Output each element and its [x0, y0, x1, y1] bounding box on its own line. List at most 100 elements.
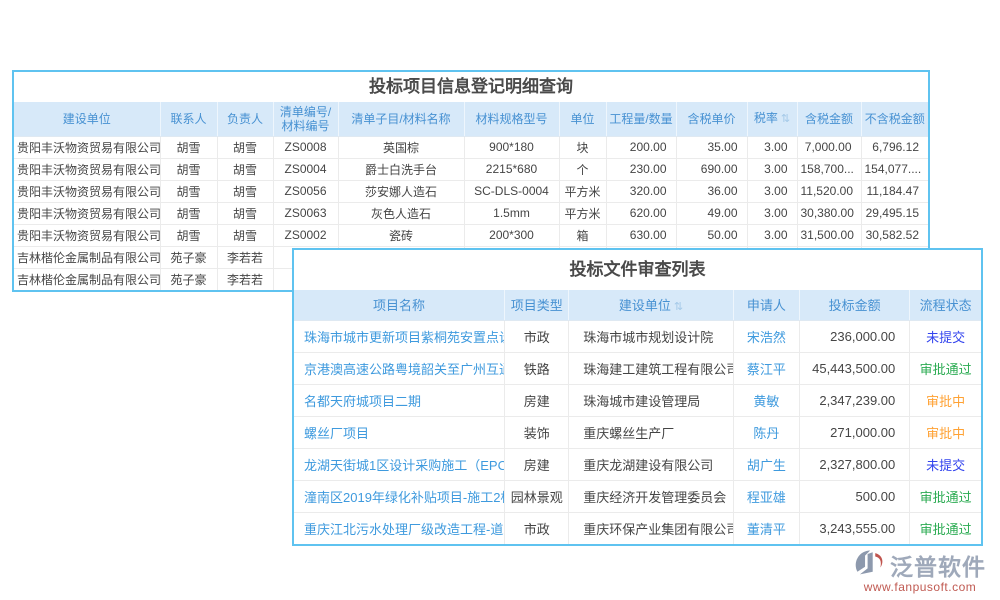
- table-row: 贵阳丰沃物资贸易有限公司胡雪胡雪ZS0002瓷砖200*300箱630.0050…: [14, 224, 928, 246]
- column-header-1: 项目类型: [505, 290, 569, 320]
- construction-unit-cell: 重庆经济开发管理委员会: [569, 480, 733, 512]
- construction-unit-cell: 重庆环保产业集团有限公司: [569, 512, 733, 544]
- cell: ZS0004: [273, 158, 338, 180]
- applicant-link[interactable]: 董清平: [733, 512, 799, 544]
- cell: 贵阳丰沃物资贸易有限公司: [14, 202, 160, 224]
- cell: 贵阳丰沃物资贸易有限公司: [14, 158, 160, 180]
- fanpu-logo-icon: [854, 548, 888, 582]
- project-type-cell: 铁路: [505, 352, 569, 384]
- column-header-5: 流程状态: [910, 290, 981, 320]
- cell: 7,000.00: [797, 136, 861, 158]
- applicant-link[interactable]: 陈丹: [733, 416, 799, 448]
- applicant-link[interactable]: 程亚雄: [733, 480, 799, 512]
- bid-amount-cell: 500.00: [799, 480, 909, 512]
- fanpu-logo-url: www.fanpusoft.com: [850, 580, 990, 594]
- page: 投标项目信息登记明细查询 建设单位联系人负责人清单编号/材料编号清单子目/材料名…: [0, 0, 1000, 600]
- bid-review-title: 投标文件审查列表: [294, 250, 981, 290]
- project-name-link[interactable]: 螺丝厂项目: [294, 416, 505, 448]
- cell: 英国棕: [338, 136, 464, 158]
- status-badge: 审批中: [910, 384, 981, 416]
- project-name-link[interactable]: 京港澳高速公路粤境韶关至广州互通路...: [294, 352, 505, 384]
- cell: 2215*680: [464, 158, 559, 180]
- project-name-link[interactable]: 潼南区2019年绿化补贴项目-施工2标段: [294, 480, 505, 512]
- status-badge: 审批通过: [910, 480, 981, 512]
- cell: 320.00: [606, 180, 676, 202]
- cell: 爵士白洗手台: [338, 158, 464, 180]
- cell: 吉林楷伦金属制品有限公司: [14, 246, 160, 268]
- project-name-link[interactable]: 珠海市城市更新项目紫桐苑安置点设计...: [294, 320, 505, 352]
- header-row: 建设单位联系人负责人清单编号/材料编号清单子目/材料名称材料规格型号单位工程量/…: [14, 102, 928, 136]
- cell: 630.00: [606, 224, 676, 246]
- column-header-2[interactable]: 建设单位⇅: [569, 290, 733, 320]
- bid-amount-cell: 271,000.00: [799, 416, 909, 448]
- construction-unit-cell: 重庆螺丝生产厂: [569, 416, 733, 448]
- project-name-link[interactable]: 名都天府城项目二期: [294, 384, 505, 416]
- column-header-2: 负责人: [217, 102, 273, 136]
- cell: 49.00: [676, 202, 747, 224]
- status-badge: 审批通过: [910, 512, 981, 544]
- applicant-link[interactable]: 胡广生: [733, 448, 799, 480]
- sort-icon[interactable]: ⇅: [781, 113, 790, 125]
- cell: 胡雪: [217, 158, 273, 180]
- table-row: 螺丝厂项目装饰重庆螺丝生产厂陈丹271,000.00审批中: [294, 416, 981, 448]
- cell: 900*180: [464, 136, 559, 158]
- bid-review-table-body: 珠海市城市更新项目紫桐苑安置点设计... 市政 珠海市城市规划设计院宋浩然236,0…: [294, 320, 981, 544]
- table-row: 贵阳丰沃物资贸易有限公司胡雪胡雪ZS0004爵士白洗手台2215*680个230…: [14, 158, 928, 180]
- cell: 胡雪: [217, 180, 273, 202]
- bid-review-table-header: 项目名称项目类型建设单位⇅申请人投标金额流程状态: [294, 290, 981, 320]
- cell: 苑子豪: [160, 246, 217, 268]
- cell: 620.00: [606, 202, 676, 224]
- cell: 31,500.00: [797, 224, 861, 246]
- bid-amount-cell: 45,443,500.00: [799, 352, 909, 384]
- column-header-9[interactable]: 税率⇅: [747, 102, 797, 136]
- column-header-4: 投标金额: [799, 290, 909, 320]
- construction-unit-cell: 珠海建工建筑工程有限公司: [569, 352, 733, 384]
- cell: 胡雪: [160, 202, 217, 224]
- bid-amount-cell: 2,327,800.00: [799, 448, 909, 480]
- project-type-cell: 房建: [505, 384, 569, 416]
- construction-unit-cell: 珠海城市建设管理局: [569, 384, 733, 416]
- cell: SC-DLS-0004: [464, 180, 559, 202]
- cell: 贵阳丰沃物资贸易有限公司: [14, 180, 160, 202]
- cell: 箱: [559, 224, 606, 246]
- table-row: 珠海市城市更新项目紫桐苑安置点设计...市政珠海市城市规划设计院宋浩然236,0…: [294, 320, 981, 352]
- cell: 6,796.12: [861, 136, 928, 158]
- applicant-link[interactable]: 黄敏: [733, 384, 799, 416]
- cell: 贵阳丰沃物资贸易有限公司: [14, 224, 160, 246]
- bid-info-query-title: 投标项目信息登记明细查询: [14, 72, 928, 102]
- column-header-3: 申请人: [733, 290, 799, 320]
- cell: ZS0056: [273, 180, 338, 202]
- applicant-link[interactable]: 蔡江平: [733, 352, 799, 384]
- cell: 瓷砖: [338, 224, 464, 246]
- bid-info-table-header: 建设单位联系人负责人清单编号/材料编号清单子目/材料名称材料规格型号单位工程量/…: [14, 102, 928, 136]
- cell: 苑子豪: [160, 268, 217, 290]
- project-type-cell: 房建: [505, 448, 569, 480]
- column-header-0: 项目名称: [294, 290, 505, 320]
- sort-icon[interactable]: ⇅: [674, 301, 683, 313]
- project-type-cell: 市政: [505, 512, 569, 544]
- cell: 3.00: [747, 158, 797, 180]
- cell: 200*300: [464, 224, 559, 246]
- table-row: 贵阳丰沃物资贸易有限公司胡雪胡雪ZS0063灰色人造石1.5mm平方米620.0…: [14, 202, 928, 224]
- applicant-link[interactable]: 宋浩然: [733, 320, 799, 352]
- cell: 李若若: [217, 246, 273, 268]
- cell: 胡雪: [160, 224, 217, 246]
- cell: 35.00: [676, 136, 747, 158]
- table-row: 京港澳高速公路粤境韶关至广州互通路...铁路珠海建工建筑工程有限公司蔡江平45,…: [294, 352, 981, 384]
- cell: 3.00: [747, 202, 797, 224]
- project-name-link[interactable]: 龙湖天街城1区设计采购施工（EPC）...: [294, 448, 505, 480]
- cell: 30,582.52: [861, 224, 928, 246]
- cell: 胡雪: [160, 158, 217, 180]
- cell: 胡雪: [160, 136, 217, 158]
- fanpu-logo: 泛普软件 www.fanpusoft.com: [850, 548, 990, 594]
- bid-review-table: 项目名称项目类型建设单位⇅申请人投标金额流程状态 珠海市城市更新项目紫桐苑安置点…: [294, 290, 981, 544]
- bid-amount-cell: 236,000.00: [799, 320, 909, 352]
- cell: 李若若: [217, 268, 273, 290]
- cell: 29,495.15: [861, 202, 928, 224]
- bid-amount-cell: 2,347,239.00: [799, 384, 909, 416]
- construction-unit-cell: 重庆龙湖建设有限公司: [569, 448, 733, 480]
- cell: 灰色人造石: [338, 202, 464, 224]
- project-name-link[interactable]: 重庆江北污水处理厂级改造工程-道路...: [294, 512, 505, 544]
- table-row: 名都天府城项目二期房建珠海城市建设管理局黄敏2,347,239.00审批中: [294, 384, 981, 416]
- construction-unit-cell: 珠海市城市规划设计院: [569, 320, 733, 352]
